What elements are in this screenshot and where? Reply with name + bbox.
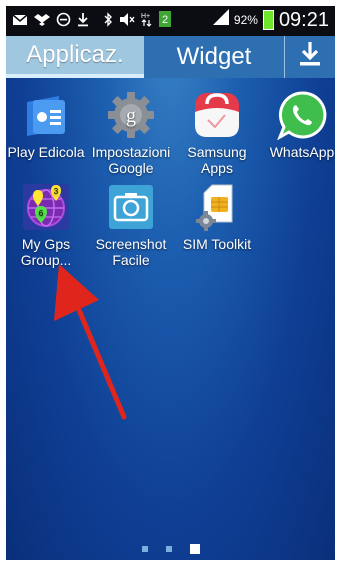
app-drawer-tabs: Applicaz. Widget [6, 36, 335, 78]
sim-2-icon: 2 [159, 11, 171, 32]
app-whatsapp[interactable]: WhatsApp [259, 90, 335, 160]
app-my-gps-group[interactable]: 3 6 My Gps Group... [6, 182, 89, 268]
email-icon [12, 12, 28, 32]
gps-globe-icon: 3 6 [21, 182, 71, 232]
camera-icon [106, 182, 156, 232]
svg-text:2: 2 [162, 14, 168, 26]
app-label: Play Edicola [7, 144, 85, 160]
battery-icon [262, 9, 274, 30]
download-icon [77, 12, 89, 32]
page-dot-current[interactable] [189, 544, 200, 554]
signal-icon [212, 9, 229, 30]
svg-text:3: 3 [54, 187, 59, 196]
app-label: SIM Toolkit [182, 236, 252, 252]
app-samsung-apps[interactable]: Samsung Apps [174, 90, 260, 176]
dropbox-icon [34, 12, 50, 32]
phone-screen: H+ 2 92% 09:21 Applicaz. Widget Play Edi… [6, 6, 335, 560]
google-settings-icon: g [106, 90, 156, 140]
tab-applications[interactable]: Applicaz. [6, 36, 144, 78]
download-icon [299, 41, 321, 74]
network-icon: H+ [141, 11, 153, 32]
samsung-apps-icon [192, 90, 242, 140]
downloaded-apps-button[interactable] [284, 36, 335, 78]
status-bar-left: H+ 2 [12, 11, 171, 32]
play-edicola-icon [21, 90, 71, 140]
svg-text:g: g [126, 105, 136, 127]
clock: 09:21 [278, 8, 329, 31]
whatsapp-icon [277, 90, 327, 141]
bluetooth-icon [103, 11, 113, 32]
app-label: Screenshot Facile [95, 236, 167, 268]
status-bar: H+ 2 92% 09:21 [6, 6, 335, 36]
tab-widgets[interactable]: Widget [144, 36, 284, 78]
do-not-disturb-icon [56, 12, 71, 32]
svg-text:6: 6 [39, 209, 44, 218]
app-screenshot-facile[interactable]: Screenshot Facile [88, 182, 174, 268]
app-impostazioni-google[interactable]: g Impostazioni Google [88, 90, 174, 176]
app-label: Samsung Apps [187, 144, 247, 176]
app-label: Impostazioni Google [91, 144, 171, 176]
sim-toolkit-icon [192, 182, 242, 232]
battery-percent: 92% [233, 12, 258, 27]
page-indicator [6, 544, 335, 554]
app-play-edicola[interactable]: Play Edicola [6, 90, 89, 160]
app-label: WhatsApp [269, 144, 335, 160]
page-dot[interactable] [141, 546, 148, 552]
app-label: My Gps Group... [20, 236, 72, 268]
status-bar-right: 92% 09:21 [212, 8, 329, 31]
mute-icon [119, 12, 135, 32]
page-dot[interactable] [165, 546, 172, 552]
app-sim-toolkit[interactable]: SIM Toolkit [174, 182, 260, 252]
svg-text:H+: H+ [141, 13, 150, 20]
